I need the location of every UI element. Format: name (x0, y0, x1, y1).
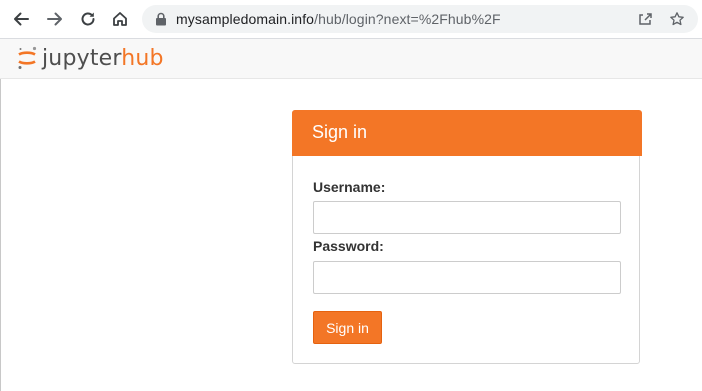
home-icon (113, 12, 127, 26)
url-text[interactable]: mysampledomain.info/hub/login?next=%2Fhu… (176, 11, 501, 27)
page-content: jupyterhub Sign in Username: Password: S… (0, 39, 702, 391)
share-icon[interactable] (636, 10, 654, 28)
address-bar[interactable]: mysampledomain.info/hub/login?next=%2Fhu… (142, 5, 698, 33)
url-path: /hub/login?next=%2Fhub%2F (314, 11, 501, 27)
star-icon[interactable] (668, 10, 686, 28)
forward-button[interactable] (42, 6, 68, 32)
password-label: Password: (313, 238, 384, 254)
lock-icon[interactable] (154, 12, 168, 26)
sign-in-button[interactable]: Sign in (313, 311, 382, 344)
logo-text: jupyterhub (42, 46, 164, 71)
username-label: Username: (313, 179, 386, 195)
reload-button[interactable] (75, 6, 101, 32)
arrow-left-icon (14, 12, 29, 26)
logo-hub-text: hub (121, 45, 164, 71)
jupyter-logo-icon (18, 46, 37, 69)
login-title: Sign in (312, 122, 368, 142)
browser-toolbar: mysampledomain.info/hub/login?next=%2Fhu… (0, 0, 702, 39)
username-input[interactable] (313, 201, 621, 234)
reload-icon (81, 12, 95, 26)
arrow-right-icon (47, 12, 62, 26)
url-host: mysampledomain.info (176, 11, 315, 27)
back-button[interactable] (8, 6, 34, 32)
home-button[interactable] (107, 6, 133, 32)
password-input[interactable] (313, 261, 621, 294)
logo-jupyter-text: jupyter (42, 45, 122, 71)
jupyterhub-logo[interactable]: jupyterhub (16, 43, 164, 73)
left-divider (0, 79, 4, 391)
login-panel-heading: Sign in (292, 110, 642, 156)
login-panel: Sign in Username: Password: Sign in (292, 110, 642, 364)
jupyterhub-header: jupyterhub (0, 39, 702, 79)
